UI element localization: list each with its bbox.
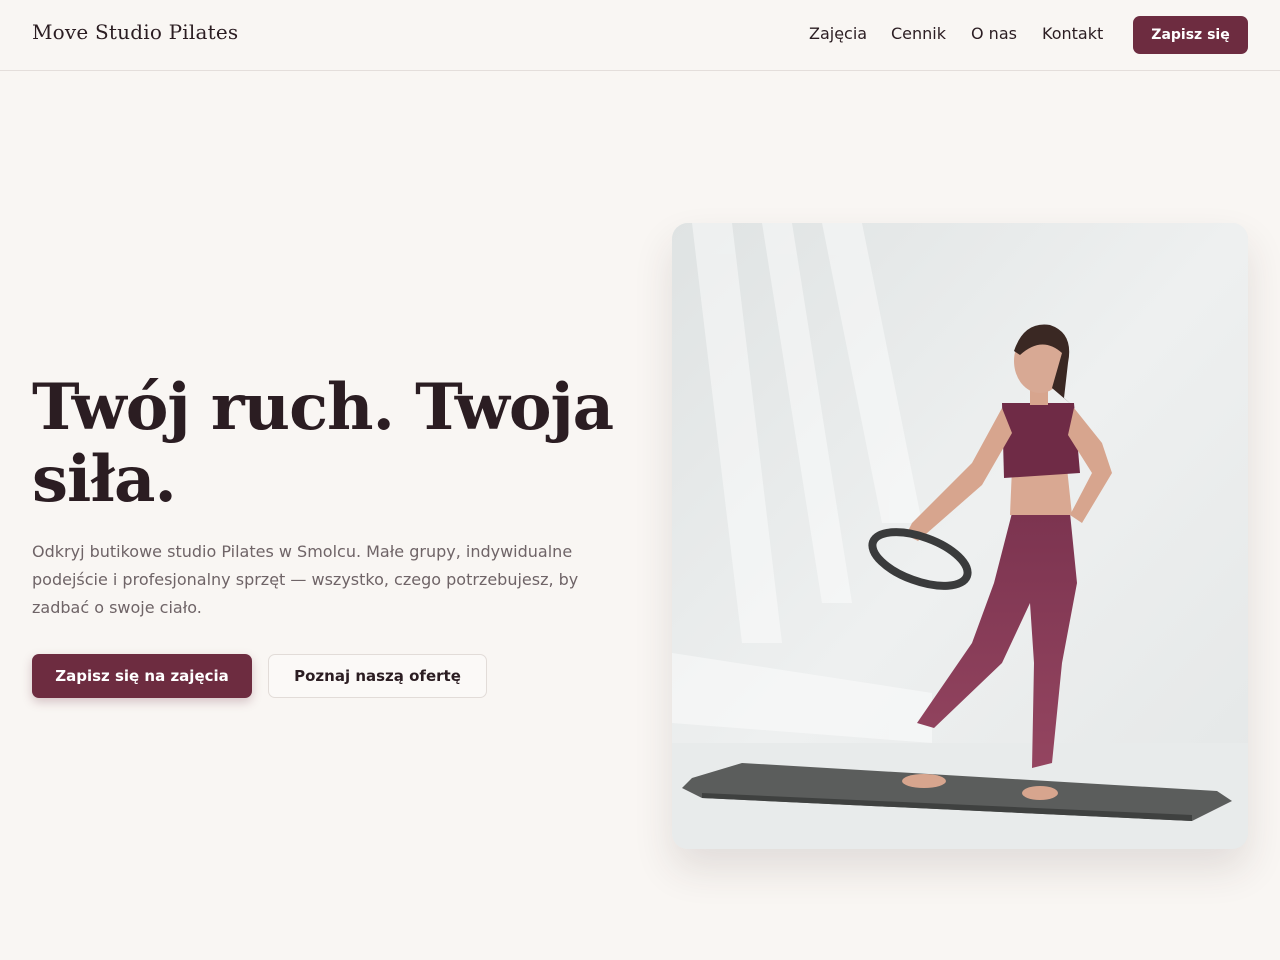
signup-classes-button[interactable]: Zapisz się na zajęcia <box>32 654 252 698</box>
main-nav: Zajęcia Cennik O nas Kontakt <box>0 24 1280 48</box>
nav-link-zajecia[interactable]: Zajęcia <box>809 24 867 43</box>
header-signup-button[interactable]: Zapisz się <box>1133 16 1248 54</box>
nav-link-cennik[interactable]: Cennik <box>891 24 946 43</box>
hero-photo <box>672 223 1248 849</box>
hero-title: Twój ruch. Twoja siła. <box>32 370 614 517</box>
explore-offer-button[interactable]: Poznaj naszą ofertę <box>268 654 487 698</box>
hero-description: Odkryj butikowe studio Pilates w Smolcu.… <box>32 542 579 617</box>
nav-link-o-nas[interactable]: O nas <box>971 24 1017 43</box>
nav-link-kontakt[interactable]: Kontakt <box>1042 24 1103 43</box>
site-header: Move Studio Pilates Zajęcia Cennik O nas… <box>0 0 1280 71</box>
